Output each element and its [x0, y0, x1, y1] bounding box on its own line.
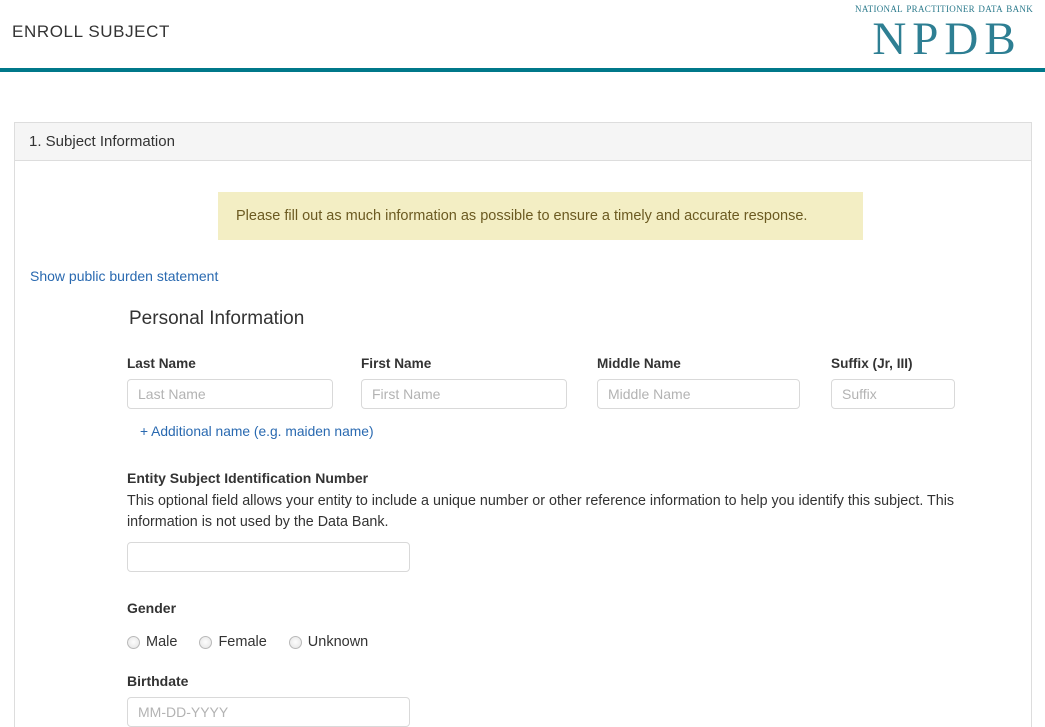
gender-option-unknown-label[interactable]: Unknown: [308, 634, 368, 650]
entity-subject-id-help-text: This optional field allows your entity t…: [127, 493, 955, 531]
birthdate-label: Birthdate: [127, 673, 189, 690]
entity-subject-id-label: Entity Subject Identification Number: [127, 470, 369, 486]
last-name-label: Last Name: [127, 356, 196, 371]
gender-option-female[interactable]: Female: [199, 634, 267, 650]
subject-information-panel: 1. Subject Information Please fill out a…: [14, 122, 1032, 727]
middle-name-label: Middle Name: [597, 356, 681, 371]
show-public-burden-statement-link[interactable]: Show public burden statement: [30, 268, 218, 284]
last-name-field-group: Last Name: [127, 356, 333, 409]
suffix-field-group: Suffix (Jr, III): [831, 356, 955, 409]
logo-acronym: NPDB: [872, 12, 1022, 65]
add-additional-name-link[interactable]: + Additional name (e.g. maiden name): [140, 424, 374, 439]
middle-name-field-group: Middle Name: [597, 356, 800, 409]
last-name-input[interactable]: [127, 379, 333, 409]
gender-option-male-label[interactable]: Male: [146, 634, 177, 650]
suffix-label: Suffix (Jr, III): [831, 356, 913, 371]
suffix-input[interactable]: [831, 379, 955, 409]
page-header: ENROLL SUBJECT National Practitioner Dat…: [0, 0, 1045, 68]
personal-information-heading: Personal Information: [129, 308, 305, 329]
radio-unselected-icon[interactable]: [199, 635, 213, 649]
name-fields-row: Last Name First Name Middle Name Suffix …: [127, 356, 1031, 420]
npdb-logo: National Practitioner Data Bank NPDB: [855, 2, 1033, 62]
gender-option-unknown[interactable]: Unknown: [288, 634, 368, 650]
gender-label: Gender: [127, 600, 177, 617]
header-divider: [0, 68, 1045, 72]
page-title: ENROLL SUBJECT: [12, 22, 170, 41]
first-name-input[interactable]: [361, 379, 567, 409]
panel-body: Please fill out as much information as p…: [15, 192, 1031, 727]
birthdate-input[interactable]: [127, 697, 410, 727]
radio-unselected-icon[interactable]: [127, 635, 140, 649]
entity-subject-id-input[interactable]: [127, 542, 410, 573]
first-name-label: First Name: [361, 356, 432, 371]
gender-option-female-label[interactable]: Female: [218, 634, 266, 650]
radio-unselected-icon[interactable]: [288, 635, 302, 649]
gender-radio-group: Male Female Unknown: [127, 633, 1031, 651]
personal-information-form: Personal Information Last Name First Nam…: [15, 286, 1031, 727]
middle-name-input[interactable]: [597, 379, 800, 409]
panel-heading: 1. Subject Information: [15, 123, 1031, 161]
first-name-field-group: First Name: [361, 356, 567, 409]
info-alert: Please fill out as much information as p…: [218, 192, 863, 240]
gender-option-male[interactable]: Male: [127, 634, 177, 650]
